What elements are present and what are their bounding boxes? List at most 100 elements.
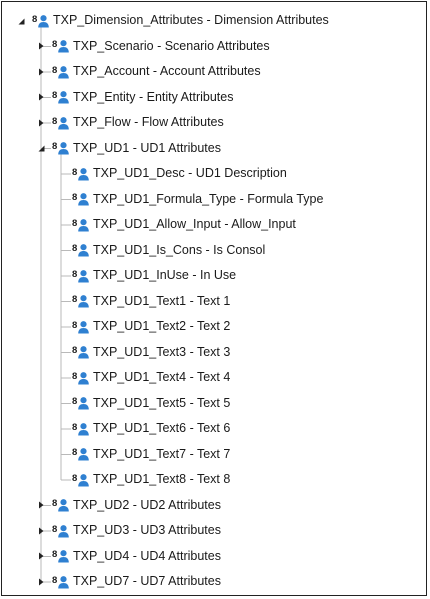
svg-text:8: 8 [72, 294, 77, 305]
dimension-member-icon: 8 [72, 344, 90, 360]
tree-node-txp-dimension-attributes[interactable]: 8 TXP_Dimension_Attributes - Dimension At… [16, 8, 329, 33]
svg-text:8: 8 [52, 549, 57, 560]
dimension-member-icon: 8 [72, 370, 90, 386]
svg-text:8: 8 [72, 422, 77, 433]
dimension-member-icon: 8 [52, 548, 70, 564]
tree-node-txp-ud1-text7[interactable]: 8 TXP_UD1_Text7 - Text 7 [56, 442, 230, 467]
tree-node-txp-ud1-allow-input[interactable]: 8 TXP_UD1_Allow_Input - Allow_Input [56, 212, 296, 237]
tree-node-txp-ud1[interactable]: 8 TXP_UD1 - UD1 Attributes [36, 136, 221, 161]
svg-text:8: 8 [52, 39, 57, 50]
dimension-member-icon: 8 [72, 421, 90, 437]
tree-node-txp-flow[interactable]: 8 TXP_Flow - Flow Attributes [36, 110, 224, 135]
tree-node-label: TXP_UD3 - UD3 Attributes [73, 523, 221, 537]
tree-node-label: TXP_UD1 - UD1 Attributes [73, 140, 221, 155]
svg-text:8: 8 [32, 14, 37, 25]
tree-node-label: TXP_UD1_Text1 - Text 1 [93, 293, 231, 308]
tree-node-txp-ud1-desc[interactable]: 8 TXP_UD1_Desc - UD1 Description [56, 161, 287, 186]
tree-node-label: TXP_UD1_Text6 - Text 6 [93, 421, 231, 435]
tree-node-label: TXP_Scenario - Scenario Attributes [73, 38, 270, 53]
expand-arrow-icon[interactable] [36, 41, 46, 51]
expand-arrow-icon[interactable] [36, 551, 46, 561]
svg-text:8: 8 [72, 345, 77, 356]
dimension-member-icon: 8 [72, 242, 90, 258]
dimension-member-icon: 8 [72, 166, 90, 182]
tree-node-txp-ud1-formula-type[interactable]: 8 TXP_UD1_Formula_Type - Formula Type [56, 187, 323, 212]
tree-node-txp-ud1-text4[interactable]: 8 TXP_UD1_Text4 - Text 4 [56, 365, 230, 390]
expand-arrow-icon[interactable] [36, 92, 46, 102]
dimension-member-icon: 8 [72, 319, 90, 335]
tree-node-txp-entity[interactable]: 8 TXP_Entity - Entity Attributes [36, 85, 233, 110]
svg-text:8: 8 [72, 167, 77, 178]
dimension-tree: 8 TXP_Dimension_Attributes - Dimension At… [2, 2, 426, 595]
svg-text:8: 8 [72, 473, 77, 484]
svg-text:8: 8 [72, 371, 77, 382]
tree-node-label: TXP_UD1_Text4 - Text 4 [93, 370, 231, 384]
svg-text:8: 8 [72, 269, 77, 280]
expand-arrow-icon[interactable] [36, 67, 46, 77]
dimension-member-icon: 8 [72, 293, 90, 309]
svg-text:8: 8 [52, 498, 57, 509]
svg-text:8: 8 [72, 192, 77, 203]
svg-text:8: 8 [52, 141, 57, 152]
tree-node-txp-ud1-inuse[interactable]: 8 TXP_UD1_InUse - In Use [56, 263, 236, 288]
dimension-member-icon: 8 [52, 38, 70, 54]
expand-arrow-icon[interactable] [36, 577, 46, 587]
dimension-member-icon: 8 [72, 268, 90, 284]
dimension-member-icon: 8 [72, 395, 90, 411]
tree-node-label: TXP_UD2 - UD2 Attributes [73, 497, 221, 512]
dimension-member-icon: 8 [72, 472, 90, 488]
svg-text:8: 8 [72, 320, 77, 331]
tree-node-label: TXP_UD1_Desc - UD1 Description [93, 166, 287, 180]
expand-arrow-icon[interactable] [36, 526, 46, 536]
tree-node-label: TXP_Account - Account Attributes [73, 64, 261, 78]
collapse-arrow-icon[interactable] [36, 143, 46, 153]
svg-text:8: 8 [52, 575, 57, 586]
dimension-tree-panel: 8 TXP_Dimension_Attributes - Dimension At… [1, 1, 427, 596]
tree-node-label: TXP_UD4 - UD4 Attributes [73, 548, 221, 563]
svg-text:8: 8 [72, 218, 77, 229]
expand-arrow-icon[interactable] [36, 118, 46, 128]
svg-text:8: 8 [52, 90, 57, 101]
tree-node-label: TXP_UD1_Formula_Type - Formula Type [93, 191, 324, 206]
collapse-arrow-icon[interactable] [16, 16, 26, 26]
svg-text:8: 8 [52, 65, 57, 76]
tree-node-txp-ud1-text1[interactable]: 8 TXP_UD1_Text1 - Text 1 [56, 289, 230, 314]
dimension-member-icon: 8 [72, 191, 90, 207]
tree-node-label: TXP_UD1_Allow_Input - Allow_Input [93, 217, 296, 231]
tree-node-txp-scenario[interactable]: 8 TXP_Scenario - Scenario Attributes [36, 34, 270, 59]
tree-node-label: TXP_UD1_Text7 - Text 7 [93, 446, 231, 461]
dimension-member-icon: 8 [32, 13, 50, 29]
svg-text:8: 8 [72, 447, 77, 458]
dimension-member-icon: 8 [52, 64, 70, 80]
tree-node-label: TXP_UD1_Text3 - Text 3 [93, 344, 231, 359]
tree-node-label: TXP_Entity - Entity Attributes [73, 89, 234, 104]
dimension-member-icon: 8 [72, 446, 90, 462]
tree-node-txp-ud1-text3[interactable]: 8 TXP_UD1_Text3 - Text 3 [56, 340, 230, 365]
tree-node-txp-ud1-text8[interactable]: 8 TXP_UD1_Text8 - Text 8 [56, 467, 230, 492]
tree-node-label: TXP_UD1_InUse - In Use [93, 268, 237, 282]
tree-node-txp-ud7[interactable]: 8 TXP_UD7 - UD7 Attributes [36, 569, 221, 594]
dimension-member-icon: 8 [52, 497, 70, 513]
dimension-member-icon: 8 [52, 523, 70, 539]
dimension-member-icon: 8 [52, 140, 70, 156]
tree-node-label: TXP_UD1_Text2 - Text 2 [93, 319, 231, 333]
tree-node-txp-ud3[interactable]: 8 TXP_UD3 - UD3 Attributes [36, 518, 221, 543]
tree-node-txp-ud2[interactable]: 8 TXP_UD2 - UD2 Attributes [36, 493, 221, 518]
tree-node-label: TXP_UD7 - UD7 Attributes [73, 574, 221, 588]
dimension-member-icon: 8 [52, 115, 70, 131]
tree-node-label: TXP_UD1_Text8 - Text 8 [93, 472, 231, 486]
tree-node-label: TXP_Dimension_Attributes - Dimension Att… [53, 13, 329, 27]
tree-node-txp-ud1-is-cons[interactable]: 8 TXP_UD1_Is_Cons - Is Consol [56, 238, 265, 263]
svg-text:8: 8 [72, 243, 77, 254]
tree-node-txp-ud1-text2[interactable]: 8 TXP_UD1_Text2 - Text 2 [56, 314, 230, 339]
dimension-member-icon: 8 [52, 574, 70, 590]
expand-arrow-icon[interactable] [36, 500, 46, 510]
tree-node-txp-ud1-text5[interactable]: 8 TXP_UD1_Text5 - Text 5 [56, 391, 230, 416]
tree-node-txp-ud1-text6[interactable]: 8 TXP_UD1_Text6 - Text 6 [56, 416, 230, 441]
tree-node-txp-account[interactable]: 8 TXP_Account - Account Attributes [36, 59, 261, 84]
dimension-member-icon: 8 [52, 89, 70, 105]
svg-text:8: 8 [52, 524, 57, 535]
dimension-member-icon: 8 [72, 217, 90, 233]
tree-node-label: TXP_Flow - Flow Attributes [73, 115, 224, 129]
tree-node-txp-ud4[interactable]: 8 TXP_UD4 - UD4 Attributes [36, 544, 221, 569]
